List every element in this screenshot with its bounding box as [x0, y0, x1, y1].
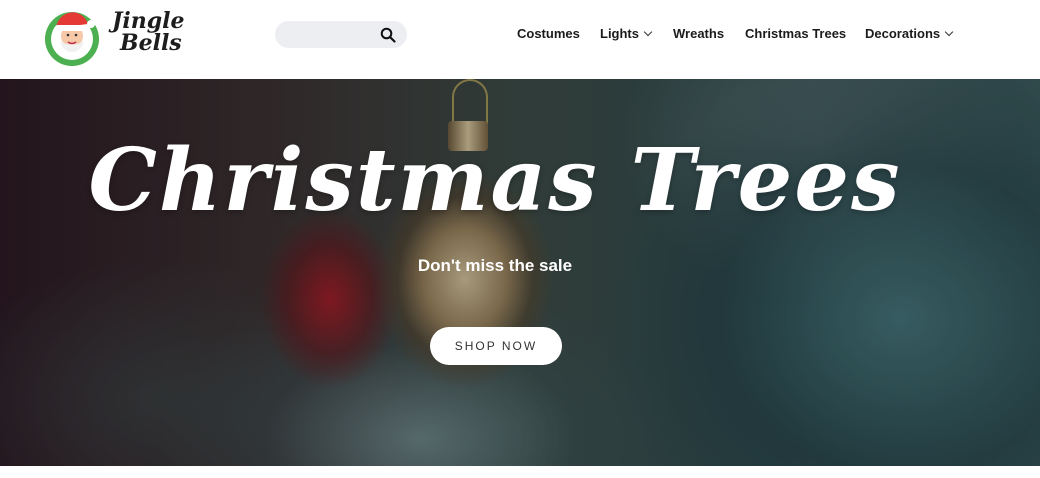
- chevron-down-icon: [944, 27, 954, 37]
- search-icon[interactable]: [380, 27, 396, 43]
- brand-logo[interactable]: Jingle Bells: [42, 2, 192, 70]
- nav-item-label: Lights: [600, 26, 639, 41]
- hero-subtitle: Don't miss the sale: [417, 256, 573, 275]
- brand-name: Jingle Bells: [112, 10, 185, 54]
- brand-name-line2: Bells: [120, 30, 182, 56]
- nav-item-label: Costumes: [517, 26, 580, 41]
- search-box: [275, 21, 407, 48]
- nav-item-label: Decorations: [865, 26, 941, 41]
- hero-title: Christmas Trees: [88, 130, 902, 231]
- search-input[interactable]: [287, 21, 377, 48]
- shop-now-button[interactable]: SHOP NOW: [430, 327, 562, 365]
- nav-item-costumes[interactable]: Costumes: [517, 26, 580, 44]
- page-bottom-strip: [0, 466, 1040, 478]
- santa-icon: [45, 12, 99, 66]
- nav-item-lights[interactable]: Lights: [600, 26, 653, 44]
- site-header: Jingle Bells Costumes Lights Wreaths Chr…: [0, 0, 1040, 79]
- nav-item-label: Wreaths: [673, 26, 725, 41]
- brand-name-line1: Jingle: [112, 8, 185, 34]
- nav-item-christmas-trees[interactable]: Christmas Trees: [745, 26, 846, 44]
- chevron-down-icon: [643, 27, 653, 37]
- hero-banner: Christmas Trees Don't miss the sale SHOP…: [0, 79, 1040, 466]
- nav-item-wreaths[interactable]: Wreaths: [673, 26, 724, 44]
- nav-item-decorations[interactable]: Decorations: [865, 26, 954, 44]
- nav-item-label: Christmas Trees: [745, 26, 847, 41]
